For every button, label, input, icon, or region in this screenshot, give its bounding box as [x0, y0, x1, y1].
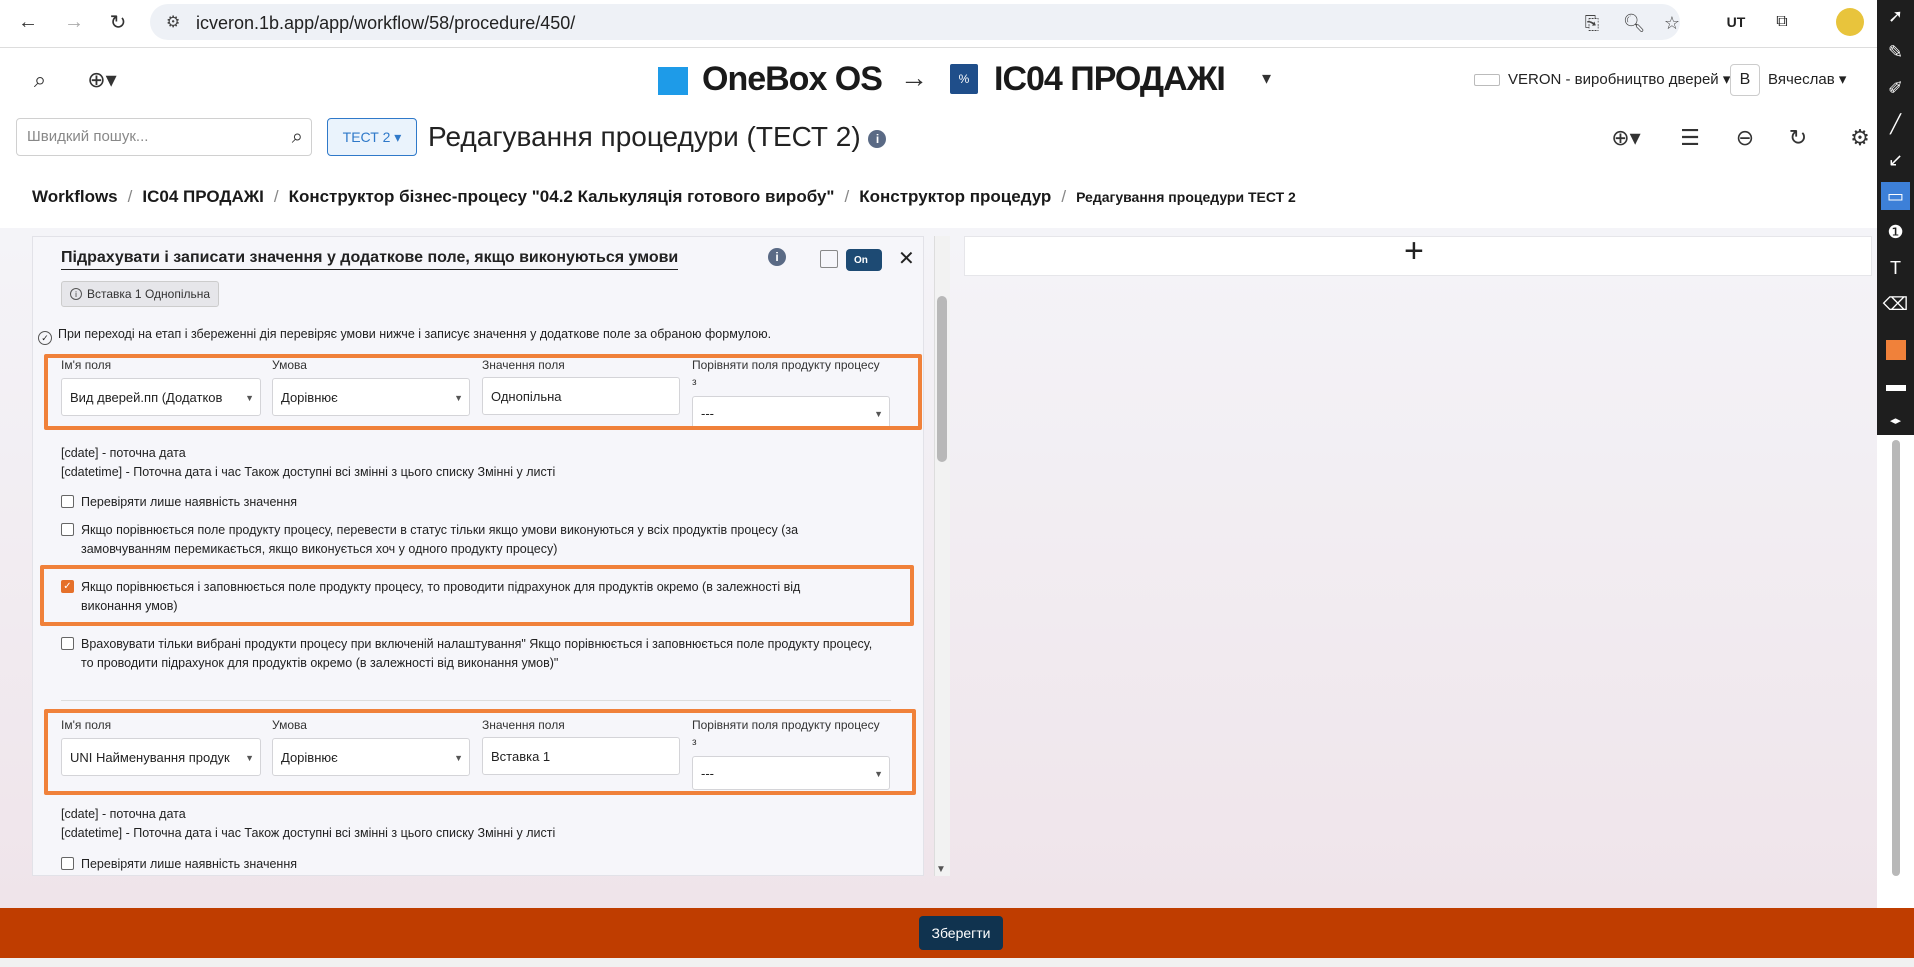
search-input[interactable] [27, 128, 267, 145]
site-info-icon[interactable]: ⚙ [166, 12, 186, 32]
close-icon[interactable]: ✕ [898, 246, 915, 271]
back-icon[interactable]: ← [14, 8, 42, 36]
block-toggle[interactable]: On [846, 249, 882, 271]
forward-icon[interactable]: → [60, 8, 88, 36]
check-circle-icon: ✓ [38, 331, 52, 345]
checkbox[interactable] [61, 637, 74, 650]
scroll-down-icon[interactable]: ▼ [936, 864, 946, 875]
eraser-tool-icon[interactable]: ⌫ [1881, 290, 1910, 318]
company-logo-icon [1474, 74, 1500, 86]
block-description: ✓ При переході на етап і збереженні дія п… [38, 327, 771, 345]
block-chip: i Вставка 1 Однопільна [61, 281, 220, 307]
checkbox-row[interactable]: Якщо порівнюється поле продукту процесу,… [61, 521, 881, 559]
minus-circle-icon[interactable]: ⊖ [1731, 124, 1759, 152]
annotation-toolbar: ➚ ✎ ✐ ╱ ↙ ▭ ❶ T ⌫ ◂▸ [1877, 0, 1914, 435]
arrow-icon: → [900, 62, 928, 93]
divider [61, 700, 891, 701]
company-selector[interactable]: VERON - виробництво дверей ▾ [1508, 70, 1730, 88]
info-icon[interactable]: i [868, 129, 887, 148]
copy-icon[interactable] [820, 250, 838, 268]
bookmark-star-icon[interactable]: ☆ [1660, 11, 1684, 35]
save-button[interactable]: Зберегти [919, 916, 1003, 950]
breadcrumb-item[interactable]: ІС04 ПРОДАЖІ [142, 187, 263, 206]
block-title: Підрахувати і записати значення у додатк… [61, 249, 679, 270]
onebox-logo-icon [658, 67, 688, 95]
url-text: icveron.1b.app/app/workflow/58/procedure… [196, 13, 576, 33]
hint-cdatetime: [cdatetime] - Поточна дата і час Також д… [61, 465, 556, 479]
add-action-icon[interactable]: ⊕▾ [1604, 124, 1648, 152]
add-block-icon[interactable]: + [1404, 232, 1424, 271]
page-title: Редагування процедури (ТЕСТ 2) i [428, 121, 887, 153]
page-scroll-thumb[interactable] [1892, 440, 1900, 876]
breadcrumb-item[interactable]: Workflows [32, 187, 118, 206]
breadcrumb: Workflows / ІС04 ПРОДАЖІ / Конструктор бізне… [32, 187, 1296, 206]
marker-tool-icon[interactable]: ✐ [1881, 74, 1910, 102]
reload-icon[interactable]: ↻ [104, 8, 132, 36]
checkbox[interactable] [61, 495, 74, 508]
highlight-box [40, 565, 914, 626]
arrow-tool-icon[interactable]: ↙ [1881, 146, 1910, 174]
ut-extension-icon[interactable]: UT [1722, 8, 1750, 36]
stroke-width-swatch[interactable] [1886, 385, 1906, 391]
checkbox-row[interactable]: Перевіряти лише наявність значення [61, 855, 881, 874]
rectangle-tool-icon[interactable]: ▭ [1881, 182, 1910, 210]
quick-search[interactable]: ⌕ [16, 118, 312, 156]
browser-chrome: ← → ↻ ⚙ icveron.1b.app/app/workflow/58/p… [0, 0, 1914, 48]
test-dropdown-button[interactable]: ТЕСТ 2 ▾ [327, 118, 417, 156]
checkbox-row[interactable]: Перевіряти лише наявність значення [61, 493, 881, 512]
stamp-tool-icon[interactable]: ❶ [1881, 218, 1910, 246]
panel-scroll-thumb[interactable] [937, 296, 947, 462]
refresh-icon[interactable]: ↻ [1784, 124, 1812, 152]
collapse-arrows-icon[interactable]: ◂▸ [1881, 410, 1910, 430]
text-tool-icon[interactable]: T [1881, 254, 1910, 282]
install-icon[interactable]: ⎘ [1580, 11, 1604, 35]
highlight-box [44, 709, 916, 795]
breadcrumb-item[interactable]: Конструктор процедур [859, 187, 1051, 206]
breadcrumb-current: Редагування процедури ТЕСТ 2 [1076, 189, 1296, 205]
profile-avatar-icon[interactable] [1836, 8, 1864, 36]
block-info-icon[interactable]: i [768, 248, 786, 266]
search-icon[interactable]: ⌕ [292, 126, 303, 149]
settings-sliders-icon[interactable]: ☰ [1676, 124, 1704, 152]
project-logo-icon: % [950, 64, 978, 94]
add-menu-icon[interactable]: ⊕▾ [80, 66, 124, 94]
checkbox-row[interactable]: Враховувати тільки вибрані продукти проц… [61, 635, 881, 673]
address-bar[interactable]: ⚙ icveron.1b.app/app/workflow/58/procedu… [150, 4, 1680, 40]
color-swatch[interactable] [1886, 340, 1906, 360]
gear-icon[interactable]: ⚙ [1846, 124, 1874, 152]
zoom-icon[interactable]: 🔍︎ [1622, 11, 1646, 35]
project-caret-icon[interactable]: ▾ [1262, 68, 1271, 89]
user-avatar[interactable]: В [1730, 64, 1760, 96]
checkbox[interactable] [61, 857, 74, 870]
user-menu[interactable]: Вячеслав ▾ [1768, 70, 1846, 88]
pencil-tool-icon[interactable]: ✎ [1881, 38, 1910, 66]
hint-cdate: [cdate] - поточна дата [61, 446, 186, 460]
bottom-strip [0, 958, 1914, 967]
highlight-box [44, 354, 922, 430]
hint-cdate: [cdate] - поточна дата [61, 807, 186, 821]
app-name[interactable]: OneBox OS [702, 60, 883, 99]
hint-cdatetime: [cdatetime] - Поточна дата і час Також д… [61, 826, 556, 840]
search-icon[interactable]: ⌕ [26, 66, 54, 94]
breadcrumb-item[interactable]: Конструктор бізнес-процесу "04.2 Калькул… [289, 187, 835, 206]
extensions-puzzle-icon[interactable]: ⧉ [1768, 8, 1796, 36]
line-tool-icon[interactable]: ╱ [1881, 110, 1910, 138]
info-icon: i [70, 288, 82, 300]
pointer-tool-icon[interactable]: ➚ [1881, 2, 1910, 30]
project-name[interactable]: ІС04 ПРОДАЖІ [994, 60, 1226, 99]
checkbox[interactable] [61, 523, 74, 536]
